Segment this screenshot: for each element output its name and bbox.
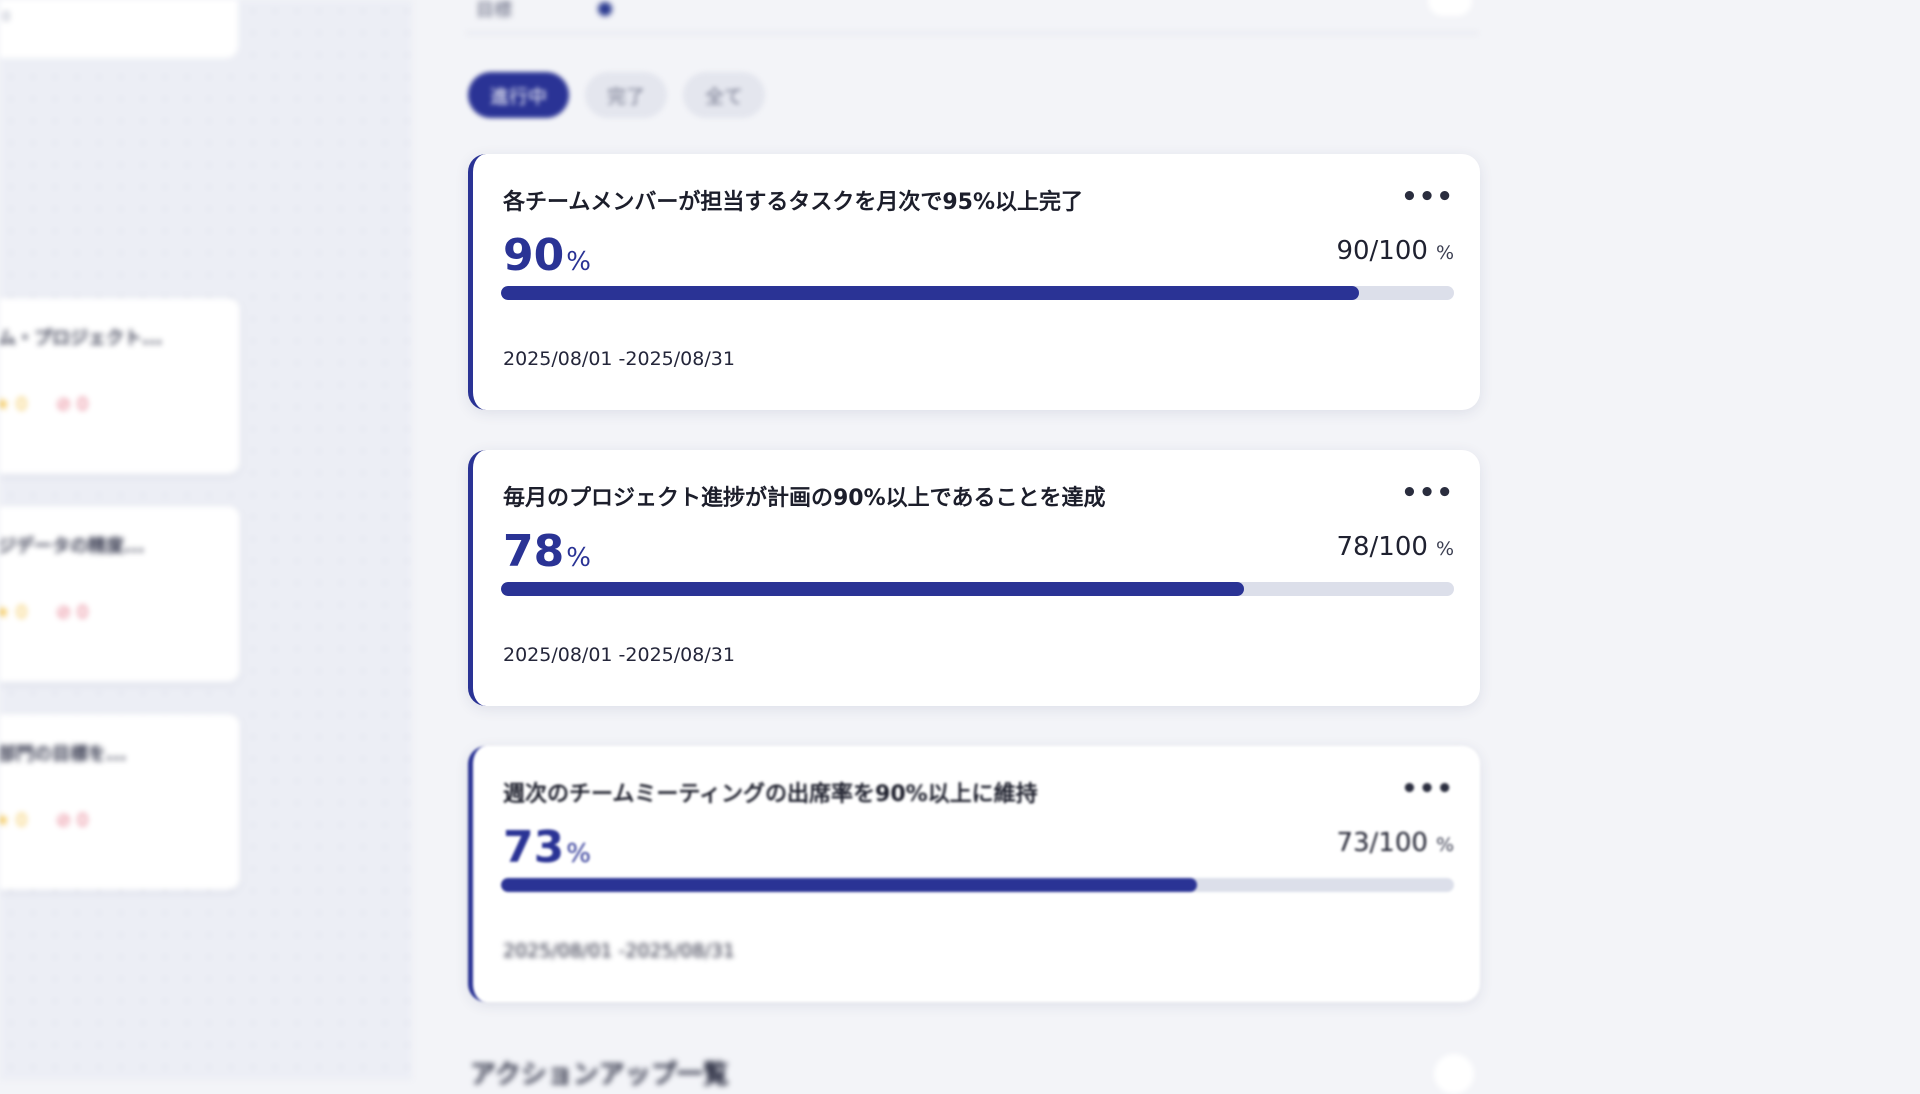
alert-icon: ⊘ 0 (56, 394, 88, 415)
action-section-title: アクションアップ一覧 (470, 1054, 729, 1091)
progress-percent-value: 73 (503, 822, 564, 873)
mini-card-title: 部門の目標を... (0, 740, 127, 766)
alert-count: 0 (77, 602, 88, 623)
action-section-header: アクションアップ一覧 (466, 1048, 1478, 1088)
objective-period: 2025/08/01 -2025/08/31 (503, 644, 735, 666)
objective-period: 2025/08/01 -2025/08/31 (503, 940, 735, 962)
alert-icon: ⊘ 0 (56, 810, 88, 831)
progress-percent-sign: % (566, 839, 591, 869)
left-panel: 0 ム・プロジェクト... ★ 0 ⊘ 0 0 ジデータの精度... ★ 0 ⊘… (0, 0, 412, 1080)
progress-ratio-value: 78/100 (1336, 532, 1427, 562)
progress-ratio-unit: % (1436, 242, 1454, 264)
star-icon: ★ 0 (0, 394, 27, 415)
progress-bar-fill (501, 286, 1359, 300)
objective-card[interactable]: 週次のチームミーティングの出席率を90%以上に維持 ••• 73% 73/100… (468, 746, 1480, 1002)
status-filter-tabs: 進行中 完了 全て (468, 72, 765, 118)
star-count: 0 (16, 810, 27, 831)
progress-percent: 90% (503, 230, 591, 281)
objective-mini-card[interactable]: ジデータの精度... ★ 0 ⊘ 0 0 (0, 506, 240, 682)
filter-in-progress[interactable]: 進行中 (468, 72, 569, 118)
star-icon: ★ 0 (0, 810, 27, 831)
more-options-icon[interactable]: ••• (1401, 776, 1454, 802)
progress-percent-sign: % (566, 543, 591, 573)
star-count: 0 (16, 602, 27, 623)
progress-percent: 78% (503, 526, 591, 577)
progress-ratio: 73/100% (1336, 828, 1454, 858)
progress-ratio-unit: % (1436, 538, 1454, 560)
progress-percent-sign: % (566, 247, 591, 277)
section-action-button[interactable] (1434, 1054, 1474, 1094)
progress-ratio: 90/100% (1336, 236, 1454, 266)
objective-title: 各チームメンバーが担当するタスクを月次で95%以上完了 (503, 184, 1083, 216)
progress-percent-value: 90 (503, 230, 564, 281)
objective-card[interactable]: 毎月のプロジェクト進捗が計画の90%以上であることを達成 ••• 78% 78/… (468, 450, 1480, 706)
progress-bar (501, 878, 1454, 892)
header-action-button[interactable] (1428, 0, 1472, 16)
section-header-title: 目標 (476, 0, 512, 22)
alert-icon: ⊘ 0 (56, 602, 88, 623)
progress-ratio-value: 73/100 (1336, 828, 1427, 858)
star-icon: ★ 0 (0, 602, 27, 623)
progress-bar-fill (501, 878, 1197, 892)
info-icon[interactable] (598, 2, 612, 16)
objective-card[interactable]: 各チームメンバーが担当するタスクを月次で95%以上完了 ••• 90% 90/1… (468, 154, 1480, 410)
left-top-card-text: 0 (2, 10, 10, 25)
alert-count: 0 (77, 810, 88, 831)
progress-ratio: 78/100% (1336, 532, 1454, 562)
filter-completed[interactable]: 完了 (585, 72, 667, 118)
mini-card-title: ム・プロジェクト... (0, 324, 163, 350)
progress-bar (501, 286, 1454, 300)
progress-bar-fill (501, 582, 1244, 596)
more-options-icon[interactable]: ••• (1401, 184, 1454, 210)
mini-card-title: ジデータの精度... (0, 532, 145, 558)
progress-ratio-unit: % (1436, 834, 1454, 856)
more-options-icon[interactable]: ••• (1401, 480, 1454, 506)
alert-count: 0 (77, 394, 88, 415)
progress-percent: 73% (503, 822, 591, 873)
left-top-card[interactable]: 0 (0, 0, 238, 58)
objective-period: 2025/08/01 -2025/08/31 (503, 348, 735, 370)
objective-mini-card[interactable]: ム・プロジェクト... ★ 0 ⊘ 0 0 (0, 298, 240, 474)
progress-bar (501, 582, 1454, 596)
main-content: 目標 進行中 完了 全て 各チームメンバーが担当するタスクを月次で95%以上完了… (412, 0, 1920, 1080)
progress-percent-value: 78 (503, 526, 564, 577)
objective-title: 週次のチームミーティングの出席率を90%以上に維持 (503, 776, 1038, 808)
objective-title: 毎月のプロジェクト進捗が計画の90%以上であることを達成 (503, 480, 1105, 512)
progress-ratio-value: 90/100 (1336, 236, 1427, 266)
filter-all[interactable]: 全て (683, 72, 765, 118)
section-header: 目標 (466, 0, 1478, 34)
objective-mini-card[interactable]: 部門の目標を... ★ 0 ⊘ 0 0 (0, 714, 240, 890)
star-count: 0 (16, 394, 27, 415)
